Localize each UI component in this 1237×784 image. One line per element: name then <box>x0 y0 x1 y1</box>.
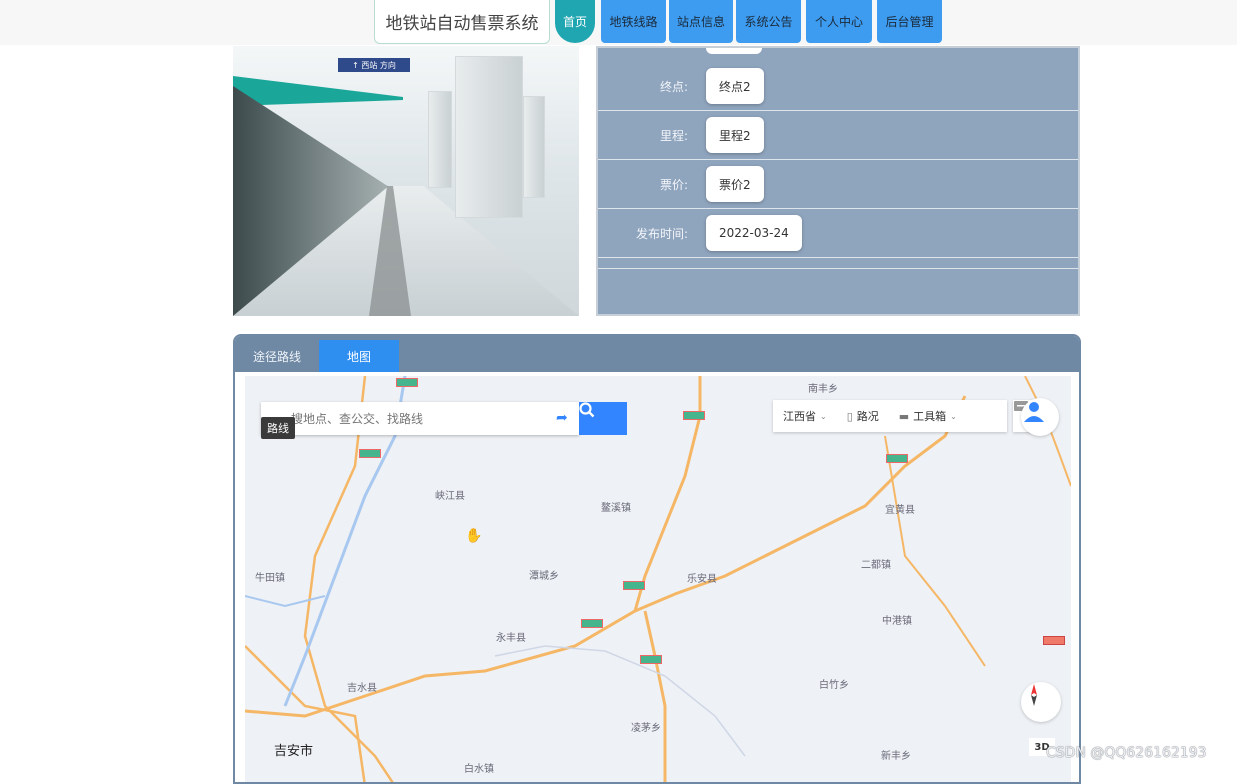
map-search-input[interactable] <box>261 402 563 435</box>
site-brand[interactable]: 地铁站自动售票系统 <box>374 0 550 44</box>
map-label: 中港镇 <box>882 616 912 627</box>
route-tooltip: 路线 <box>261 417 295 439</box>
highway-marker <box>623 581 645 590</box>
province-select[interactable]: 江西省 ⌄ <box>773 408 837 424</box>
detail-value: 终点2 <box>706 68 764 104</box>
toolbox-menu[interactable]: ▬ 工具箱 ⌄ <box>889 408 967 424</box>
photo-pillar <box>428 91 452 188</box>
photo-pillar <box>455 56 523 218</box>
detail-label: 票价: <box>659 177 688 192</box>
map-label: 新丰乡 <box>881 751 911 762</box>
map-label: 鳌溪镇 <box>601 503 631 514</box>
detail-row-mileage: 里程: 里程2 <box>598 111 1078 160</box>
tab-bar: 途径路线 地图 <box>235 336 1079 372</box>
search-icon <box>579 402 595 418</box>
map-label: 白竹乡 <box>819 680 849 691</box>
detail-value-box-partial <box>706 48 762 54</box>
compass-icon[interactable] <box>1021 682 1061 722</box>
map-label: 南丰乡 <box>808 384 838 395</box>
map-label: 乐安县 <box>687 574 717 585</box>
photo-pillar <box>523 96 545 198</box>
nav-admin[interactable]: 后台管理 <box>877 0 942 43</box>
map-search-box: ➦ <box>261 402 579 435</box>
detail-row-terminal: 终点: 终点2 <box>598 62 1078 111</box>
highway-marker <box>640 655 662 664</box>
photo-direction-sign: ↑ 西站 方向 <box>338 58 410 72</box>
nav-home[interactable]: 首页 <box>555 0 595 43</box>
user-avatar-icon[interactable] <box>1021 398 1059 436</box>
detail-label: 终点: <box>659 79 688 94</box>
highway-marker <box>359 449 381 458</box>
detail-value: 票价2 <box>706 166 764 202</box>
nav-station-info[interactable]: 站点信息 <box>669 0 733 43</box>
detail-label: 里程: <box>659 128 688 143</box>
map-label: 潭城乡 <box>529 571 559 582</box>
detail-value: 里程2 <box>706 117 764 153</box>
highway-marker <box>886 454 908 463</box>
map-canvas[interactable]: 峡江县 潭城乡 乐安县 永丰县 吉水县 吉安市 宜黄县 二都镇 中港镇 白竹乡 … <box>245 376 1071 782</box>
csdn-watermark: CSDN @QQ626162193 <box>1046 745 1207 761</box>
detail-row-empty <box>598 258 1078 269</box>
map-label: 二都镇 <box>861 560 891 571</box>
top-nav-bar: 地铁站自动售票系统 首页 地铁线路 站点信息 系统公告 个人中心 后台管理 <box>0 0 1237 45</box>
nav-personal-center[interactable]: 个人中心 <box>806 0 872 43</box>
nav-metro-lines[interactable]: 地铁线路 <box>601 0 666 43</box>
detail-row-fare: 票价: 票价2 <box>598 160 1078 209</box>
station-photo: ↑ 西站 方向 <box>233 46 579 316</box>
map-search-button[interactable] <box>579 402 627 435</box>
traffic-toggle[interactable]: ▯ 路况 <box>837 408 889 424</box>
nav-announcements[interactable]: 系统公告 <box>736 0 801 43</box>
map-label: 宜黄县 <box>885 505 915 516</box>
route-detail-panel: 终点: 终点2 里程: 里程2 票价: 票价2 发布时间: 2022-03-24 <box>596 46 1080 316</box>
highway-marker <box>581 619 603 628</box>
toolbox-icon: ▬ <box>898 409 910 423</box>
map-label: 峡江县 <box>435 491 465 502</box>
toolbox-label: 工具箱 <box>913 410 947 423</box>
detail-label: 发布时间: <box>635 226 688 241</box>
traffic-light-icon: ▯ <box>846 409 853 423</box>
map-label: 吉安市 <box>274 744 314 759</box>
highway-marker <box>396 378 418 387</box>
hand-cursor-icon: ✋ <box>465 528 483 544</box>
route-map-panel: 途径路线 地图 峡江县 潭城乡 乐安县 永丰县 吉水县 吉安市 宜黄县 二都镇 … <box>233 334 1081 784</box>
tab-route-stops[interactable]: 途径路线 <box>237 340 317 372</box>
chevron-down-icon: ⌄ <box>820 411 827 421</box>
highway-marker <box>1043 636 1065 645</box>
map-label: 永丰县 <box>496 633 526 644</box>
province-label: 江西省 <box>783 410 816 423</box>
map-label: 凌茅乡 <box>631 723 661 734</box>
tab-map[interactable]: 地图 <box>319 340 399 372</box>
detail-row-publish-time: 发布时间: 2022-03-24 <box>598 209 1078 258</box>
highway-marker <box>683 411 705 420</box>
map-label: 吉水县 <box>347 683 377 694</box>
map-label: 牛田镇 <box>255 573 285 584</box>
photo-teal-band <box>233 76 403 106</box>
map-toolbar: 江西省 ⌄ ▯ 路况 ▬ 工具箱 ⌄ <box>773 400 1007 432</box>
route-arrow-icon[interactable]: ➦ <box>556 410 568 426</box>
detail-value: 2022-03-24 <box>706 215 802 251</box>
chevron-down-icon: ⌄ <box>950 411 957 421</box>
traffic-label: 路况 <box>856 410 879 423</box>
